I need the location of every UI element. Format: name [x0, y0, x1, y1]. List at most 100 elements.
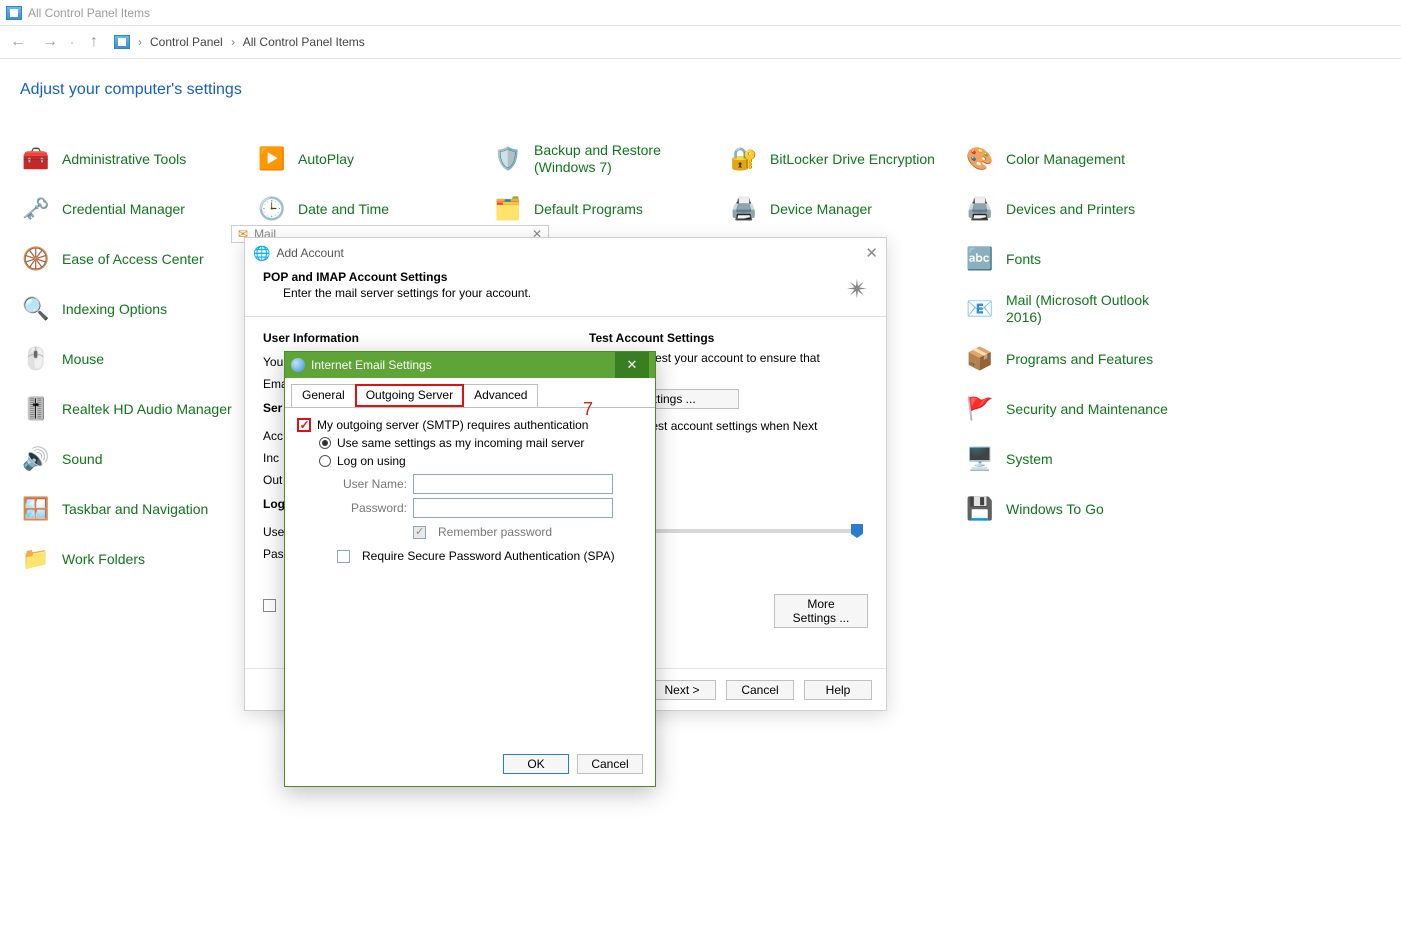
breadcrumb-current[interactable]: All Control Panel Items: [243, 35, 365, 49]
page-title: Adjust your computer's settings: [20, 81, 1401, 99]
control-panel-item[interactable]: 📦 Programs and Features: [964, 343, 1200, 375]
tab-advanced[interactable]: Advanced: [463, 384, 538, 407]
back-button[interactable]: ←: [6, 33, 30, 51]
cpl-icon: 🔊: [20, 443, 52, 475]
add-account-subheading: Enter the mail server settings for your …: [263, 286, 868, 300]
radio-use-same-settings[interactable]: [319, 437, 331, 449]
ies-title: Internet Email Settings: [311, 358, 432, 372]
smtp-auth-checkbox[interactable]: [297, 418, 311, 432]
next-button[interactable]: Next >: [648, 680, 716, 700]
cpl-icon: 🎨: [964, 143, 996, 175]
cpl-label: BitLocker Drive Encryption: [770, 151, 935, 168]
cpl-icon: 🚩: [964, 393, 996, 425]
more-settings-button[interactable]: More Settings ...: [774, 594, 868, 628]
cpl-label: Mail (Microsoft Outlook2016): [1006, 292, 1149, 326]
help-button[interactable]: Help: [804, 680, 872, 700]
control-panel-item[interactable]: 🕒Date and Time: [256, 193, 492, 225]
user-info-heading: User Information: [263, 331, 563, 345]
annotation-7: 7: [583, 399, 593, 420]
password-input[interactable]: [413, 498, 613, 518]
control-panel-item[interactable]: 📁Work Folders: [20, 543, 256, 575]
cpl-label: Backup and Restore(Windows 7): [534, 142, 661, 176]
control-panel-item[interactable]: 🔤Fonts: [964, 243, 1200, 275]
ok-button[interactable]: OK: [503, 754, 569, 774]
control-panel-item[interactable]: 🔍Indexing Options: [20, 293, 256, 325]
breadcrumb-icon: [114, 35, 130, 49]
control-panel-item[interactable]: 🖥️System: [964, 443, 1200, 475]
breadcrumb-root[interactable]: Control Panel: [150, 35, 223, 49]
add-account-title: Add Account: [276, 246, 343, 260]
cpl-icon: 🛞: [20, 243, 52, 275]
control-panel-item[interactable]: 🔊 Sound: [20, 443, 256, 475]
navbar: ← → · ↑ › Control Panel › All Control Pa…: [0, 25, 1401, 59]
cpl-icon: 🕒: [256, 193, 288, 225]
cpl-label: Default Programs: [534, 201, 643, 218]
cpl-icon: 📦: [964, 343, 996, 375]
cpl-icon: 🪟: [20, 493, 52, 525]
control-panel-item[interactable]: 🧰 Administrative Tools: [20, 143, 256, 175]
slider-thumb-icon[interactable]: [851, 524, 863, 538]
username-input[interactable]: [413, 474, 613, 494]
up-button[interactable]: ↑: [82, 33, 106, 51]
control-panel-item[interactable]: 📧Mail (Microsoft Outlook2016): [964, 293, 1200, 325]
radio-use-same-label: Use same settings as my incoming mail se…: [337, 436, 584, 450]
ies-close-button[interactable]: ✕: [615, 352, 649, 378]
tab-general[interactable]: General: [291, 384, 356, 407]
cpl-label: Ease of Access Center: [62, 251, 204, 268]
ies-tabs: General Outgoing Server Advanced: [285, 378, 655, 408]
cpl-label: Realtek HD Audio Manager: [62, 401, 232, 418]
cpl-icon: ▶️: [256, 143, 288, 175]
cpl-icon: 🗝️: [20, 193, 52, 225]
tab-outgoing-server[interactable]: Outgoing Server: [355, 384, 464, 407]
window-titlebar: All Control Panel Items: [0, 0, 1401, 25]
radio-log-on-using[interactable]: [319, 455, 331, 467]
cpl-label: System: [1006, 451, 1053, 468]
cpl-label: Sound: [62, 451, 102, 468]
cpl-label: Device Manager: [770, 201, 872, 218]
spa-label: Require Secure Password Authentication (…: [362, 549, 615, 563]
cancel-button[interactable]: Cancel: [726, 680, 794, 700]
ies-cancel-button[interactable]: Cancel: [577, 754, 643, 774]
add-account-close[interactable]: ✕: [865, 244, 878, 262]
spa-checkbox[interactable]: [337, 550, 350, 563]
control-panel-item[interactable]: ▶️AutoPlay: [256, 143, 492, 175]
control-panel-item[interactable]: 🖨️Devices and Printers: [964, 193, 1200, 225]
cpl-icon: 🖨️: [728, 193, 760, 225]
control-panel-item[interactable]: 💾Windows To Go: [964, 493, 1200, 525]
cpl-label: Work Folders: [62, 551, 145, 568]
cpl-label: Fonts: [1006, 251, 1041, 268]
control-panel-item[interactable]: 🖱️ Mouse: [20, 343, 256, 375]
test-account-heading: Test Account Settings: [589, 331, 868, 345]
cpl-label: Taskbar and Navigation: [62, 501, 208, 518]
control-panel-item[interactable]: 🗂️Default Programs: [492, 193, 728, 225]
globe-icon: 🌐: [253, 245, 270, 262]
remember-password-checkbox[interactable]: [413, 526, 426, 539]
control-panel-item[interactable]: 🎨Color Management: [964, 143, 1200, 175]
control-panel-item[interactable]: 🚩 Security and Maintenance: [964, 393, 1200, 425]
breadcrumb-sep: ›: [231, 35, 235, 49]
control-panel-item[interactable]: 🛡️ Backup and Restore(Windows 7): [492, 143, 728, 175]
cpl-label: Mouse: [62, 351, 104, 368]
control-panel-item[interactable]: 🛞 Ease of Access Center: [20, 243, 256, 275]
cpl-label: Indexing Options: [62, 301, 167, 318]
control-panel-item[interactable]: 🖨️ Device Manager: [728, 193, 964, 225]
globe-small-icon: [291, 358, 305, 372]
cpl-label: Programs and Features: [1006, 351, 1153, 368]
smtp-auth-label: My outgoing server (SMTP) requires authe…: [317, 418, 588, 432]
window-title: All Control Panel Items: [28, 6, 150, 20]
add-account-heading: POP and IMAP Account Settings: [263, 270, 447, 284]
control-panel-item[interactable]: 🗝️ Credential Manager: [20, 193, 256, 225]
control-panel-item[interactable]: 🔐BitLocker Drive Encryption: [728, 143, 964, 175]
cpl-icon: 🛡️: [492, 143, 524, 175]
radio-log-on-label: Log on using: [337, 454, 406, 468]
cpl-label: Security and Maintenance: [1006, 401, 1168, 418]
control-panel-item[interactable]: 🎚️Realtek HD Audio Manager: [20, 393, 256, 425]
forward-button[interactable]: →: [38, 33, 62, 51]
cpl-icon: 🖱️: [20, 343, 52, 375]
cpl-label: Administrative Tools: [62, 151, 186, 168]
cpl-icon: 🧰: [20, 143, 52, 175]
spa-account-checkbox[interactable]: [263, 599, 276, 612]
cpl-label: Credential Manager: [62, 201, 185, 218]
cpl-label: Windows To Go: [1006, 501, 1104, 518]
control-panel-item[interactable]: 🪟 Taskbar and Navigation: [20, 493, 256, 525]
